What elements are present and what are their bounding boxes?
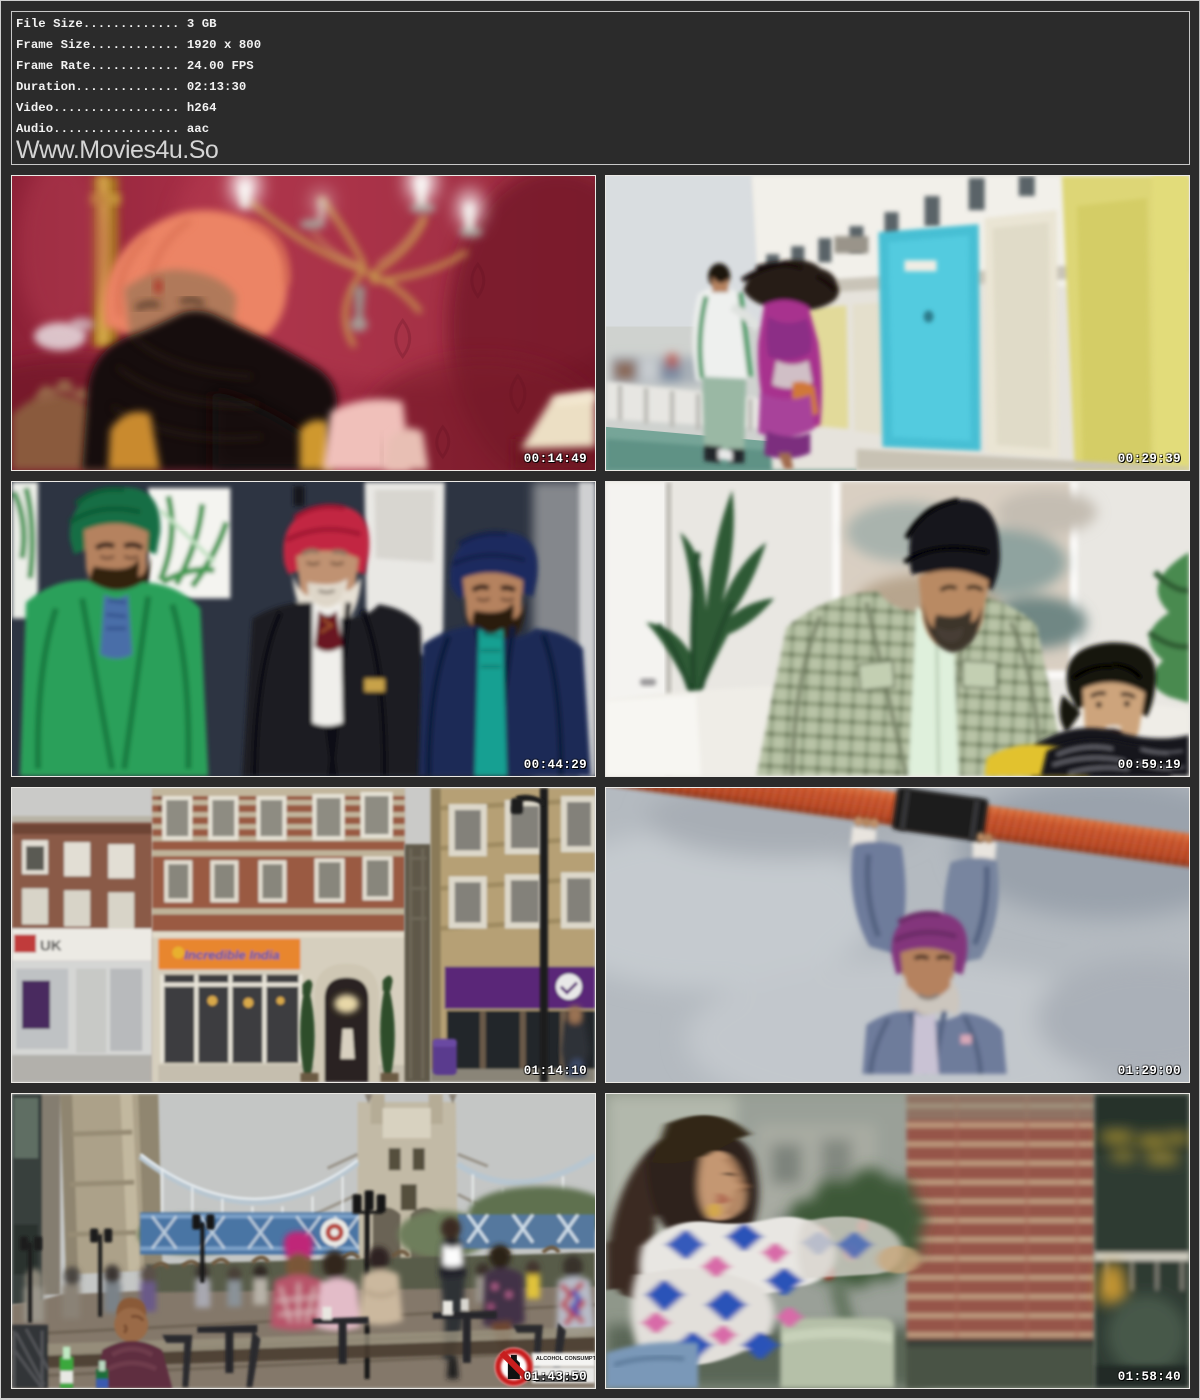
- svg-text:UK: UK: [40, 938, 62, 955]
- svg-text:ALCOHOL CONSUMPTION IS INJURIO: ALCOHOL CONSUMPTION IS INJURIOU: [536, 1356, 595, 1362]
- svg-text:Incredible India: Incredible India: [184, 948, 279, 963]
